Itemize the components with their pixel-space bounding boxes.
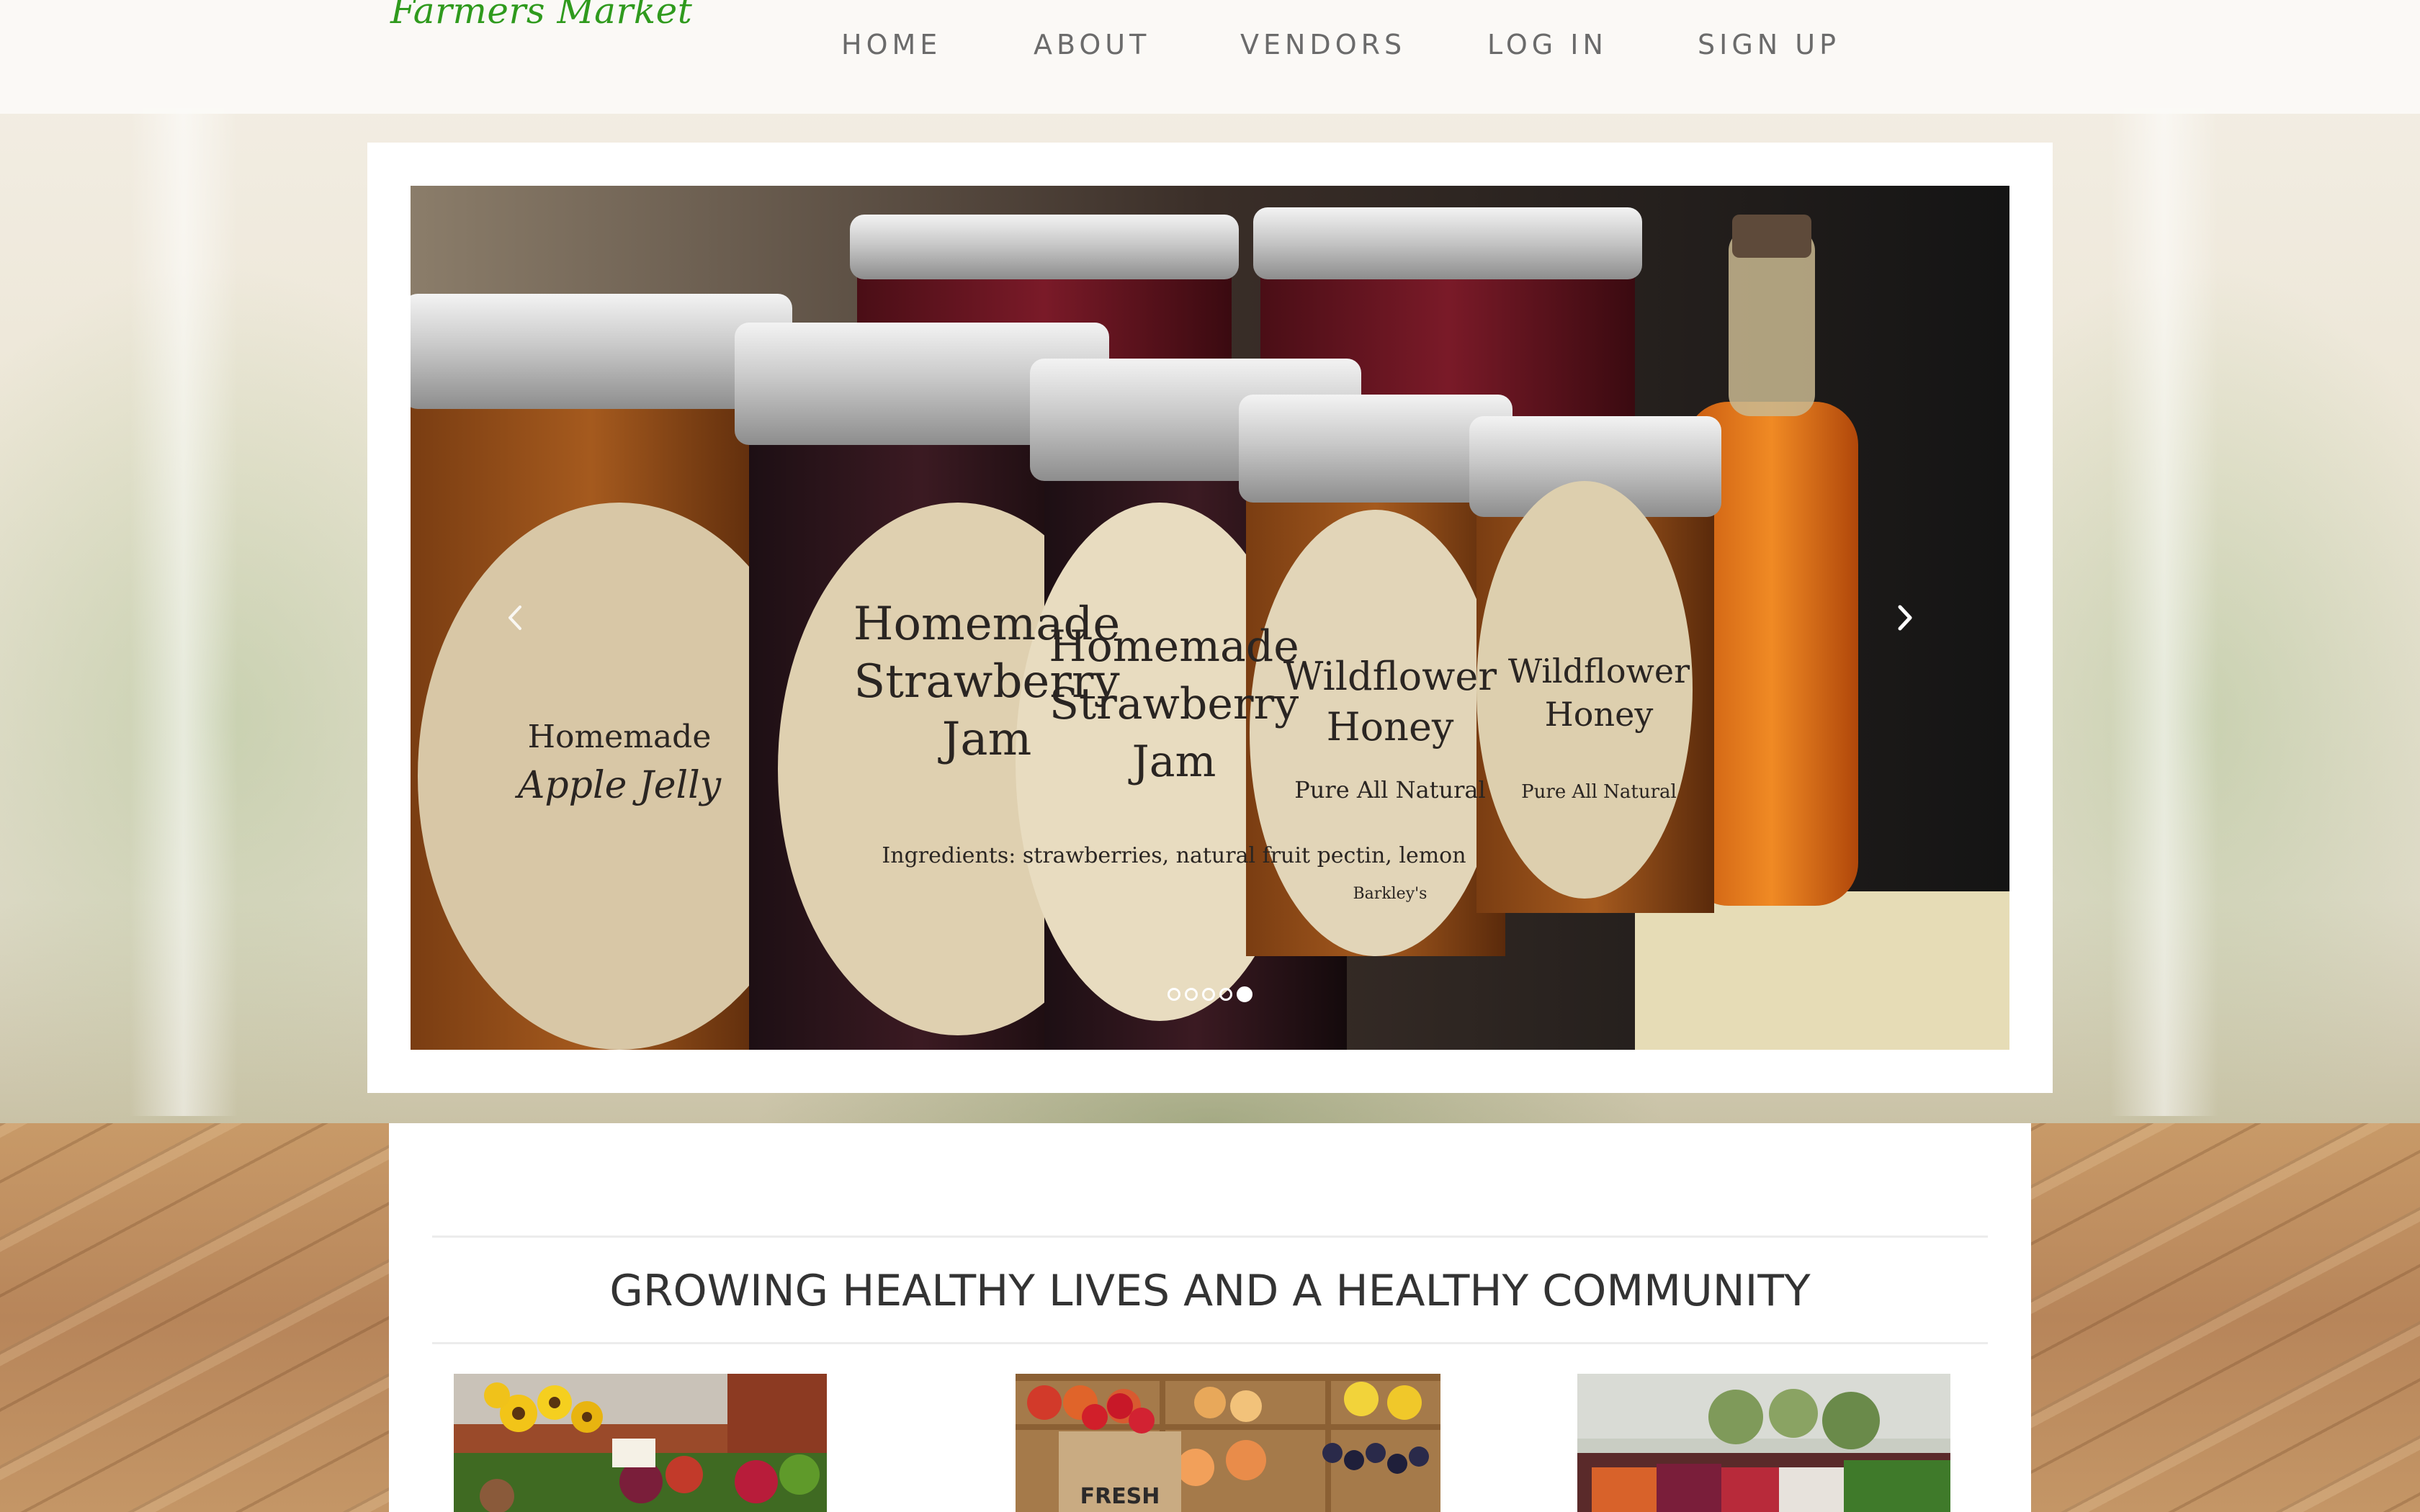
jar-label-line: Honey [1545, 695, 1654, 734]
slider-dot-3[interactable] [1202, 988, 1215, 1001]
jar-label-line: Homemade [528, 719, 712, 755]
slider-pagination [411, 986, 2009, 1008]
jar-label-line: Pure All Natural [1521, 781, 1677, 803]
thumbnail-vegetable-stand[interactable] [1577, 1374, 1950, 1512]
slider-dot-5-active[interactable] [1237, 986, 1252, 1002]
jam-jars-photo: Homemade Apple Jelly Homemade Strawberry… [411, 186, 2009, 1050]
background-pillar [2110, 108, 2218, 1116]
jar-label-line: Honey [1327, 704, 1454, 750]
content-panel: GROWING HEALTHY LIVES AND A HEALTHY COMM… [389, 1123, 2031, 1512]
jar-label-line: Homemade [1049, 621, 1299, 672]
site-header: Farmers Market HOME ABOUT VENDORS LOG IN… [0, 0, 2420, 114]
slider-prev-arrow-icon[interactable] [490, 593, 540, 643]
nav-home[interactable]: HOME [841, 29, 941, 60]
jar-label-line: Pure All Natural [1294, 776, 1485, 804]
jar-label-line: Apple Jelly [515, 764, 722, 807]
jar-label-line: Jam [1128, 737, 1216, 787]
fresh-bag-label: FRESH [1080, 1484, 1160, 1509]
jar-label-line: Ingredients: strawberries, natural fruit… [882, 843, 1466, 868]
thumbnail-fresh-fruit[interactable]: FRESH [1016, 1374, 1440, 1512]
nav-log-in[interactable]: LOG IN [1487, 29, 1608, 60]
jar-label-line: Jam [938, 713, 1032, 766]
slider-dot-1[interactable] [1168, 988, 1180, 1001]
slider-dot-2[interactable] [1185, 988, 1198, 1001]
thumbnail-flowers-produce[interactable] [454, 1374, 827, 1512]
nav-vendors[interactable]: VENDORS [1240, 29, 1406, 60]
section-headline: GROWING HEALTHY LIVES AND A HEALTHY COMM… [609, 1266, 1811, 1316]
background-pillar [130, 108, 238, 1116]
slide-image-jam-jars: Homemade Apple Jelly Homemade Strawberry… [411, 186, 2009, 1050]
nav-sign-up[interactable]: SIGN UP [1698, 29, 1840, 60]
divider [432, 1236, 1988, 1238]
nav-about[interactable]: ABOUT [1034, 29, 1150, 60]
jar-label-line: Strawberry [1049, 679, 1299, 729]
slider-next-arrow-icon[interactable] [1880, 593, 1930, 643]
divider [432, 1342, 1988, 1344]
main-nav: HOME ABOUT VENDORS LOG IN SIGN UP [0, 0, 2420, 94]
image-slider: Homemade Apple Jelly Homemade Strawberry… [367, 143, 2053, 1093]
slider-dot-4[interactable] [1219, 988, 1232, 1001]
jar-label-line: Barkley's [1353, 885, 1428, 903]
jar-label-line: Wildflower [1508, 652, 1690, 690]
jar-label-line: Wildflower [1283, 654, 1497, 699]
